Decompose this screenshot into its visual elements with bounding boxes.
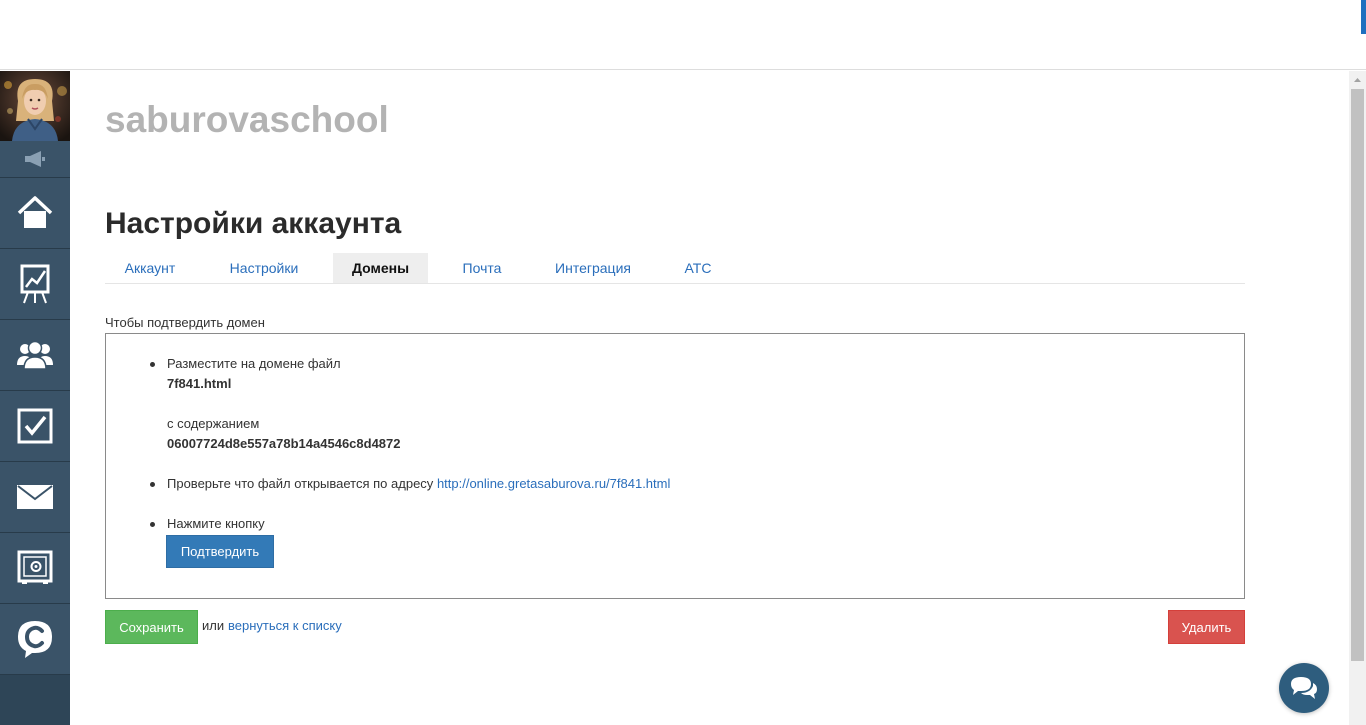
envelope-icon <box>17 485 53 509</box>
sidebar-item-analytics[interactable] <box>0 249 70 320</box>
sidebar-item-tasks[interactable] <box>0 391 70 462</box>
top-bar <box>0 0 1366 70</box>
avatar[interactable] <box>0 71 70 141</box>
vertical-scrollbar[interactable] <box>1349 71 1366 725</box>
tab-mail[interactable]: Почта <box>447 253 517 283</box>
scroll-thumb[interactable] <box>1351 89 1364 661</box>
step-press-button-text: Нажмите кнопку <box>167 516 265 531</box>
step-check-file-text: Проверьте что файл открывается по адресу <box>167 476 434 491</box>
verification-content-value: 06007724d8e557a78b14a4546c8d4872 <box>167 436 401 451</box>
tab-domains[interactable]: Домены <box>333 253 428 283</box>
page-title: Настройки аккаунта <box>105 207 402 240</box>
tab-account[interactable]: Аккаунт <box>105 253 195 283</box>
safe-icon <box>17 550 53 584</box>
step-check-file: Проверьте что файл открывается по адресу… <box>167 476 670 491</box>
megaphone-icon <box>25 151 45 167</box>
back-to-list-link[interactable]: вернуться к списку <box>228 618 342 633</box>
triangle-up-icon <box>1354 77 1361 82</box>
content-label: с содержанием <box>167 416 260 431</box>
sidebar-item-safe[interactable] <box>0 533 70 604</box>
home-icon <box>17 196 53 228</box>
sidebar-item-users[interactable] <box>0 320 70 391</box>
tab-settings[interactable]: Настройки <box>214 253 314 283</box>
sidebar-footer <box>0 676 70 725</box>
account-name: saburovaschool <box>105 99 389 140</box>
checkbox-icon <box>17 408 53 444</box>
chart-board-icon <box>20 264 50 304</box>
tab-integration[interactable]: Интеграция <box>535 253 651 283</box>
check-url-link[interactable]: http://online.gretasaburova.ru/7f841.htm… <box>437 476 670 491</box>
list-bullet <box>150 482 155 487</box>
or-text: или <box>202 618 225 633</box>
sidebar-item-chat[interactable] <box>0 604 70 675</box>
users-icon <box>17 340 53 370</box>
sidebar-item-home[interactable] <box>0 178 70 249</box>
list-bullet <box>150 362 155 367</box>
sound-toggle[interactable] <box>0 141 70 178</box>
domain-verification-box: Разместите на домене файл 7f841.html с с… <box>105 333 1245 599</box>
speech-c-icon <box>18 621 52 658</box>
domain-section-label: Чтобы подтвердить домен <box>105 315 265 330</box>
sidebar <box>0 71 70 725</box>
verification-file-name: 7f841.html <box>167 376 232 391</box>
settings-tabs: Аккаунт Настройки Домены Почта Интеграци… <box>105 253 1245 284</box>
chat-widget-button[interactable] <box>1279 663 1329 713</box>
step-place-file-text: Разместите на домене файл <box>167 356 341 371</box>
top-bar-accent <box>1361 0 1366 34</box>
delete-button[interactable]: Удалить <box>1168 610 1245 644</box>
tab-pbx[interactable]: АТС <box>669 253 727 283</box>
save-button[interactable]: Сохранить <box>105 610 198 644</box>
sidebar-item-messages[interactable] <box>0 462 70 533</box>
scroll-up-arrow[interactable] <box>1349 71 1366 88</box>
confirm-domain-button[interactable]: Подтвердить <box>166 535 274 568</box>
chat-bubbles-icon <box>1291 677 1317 699</box>
list-bullet <box>150 522 155 527</box>
